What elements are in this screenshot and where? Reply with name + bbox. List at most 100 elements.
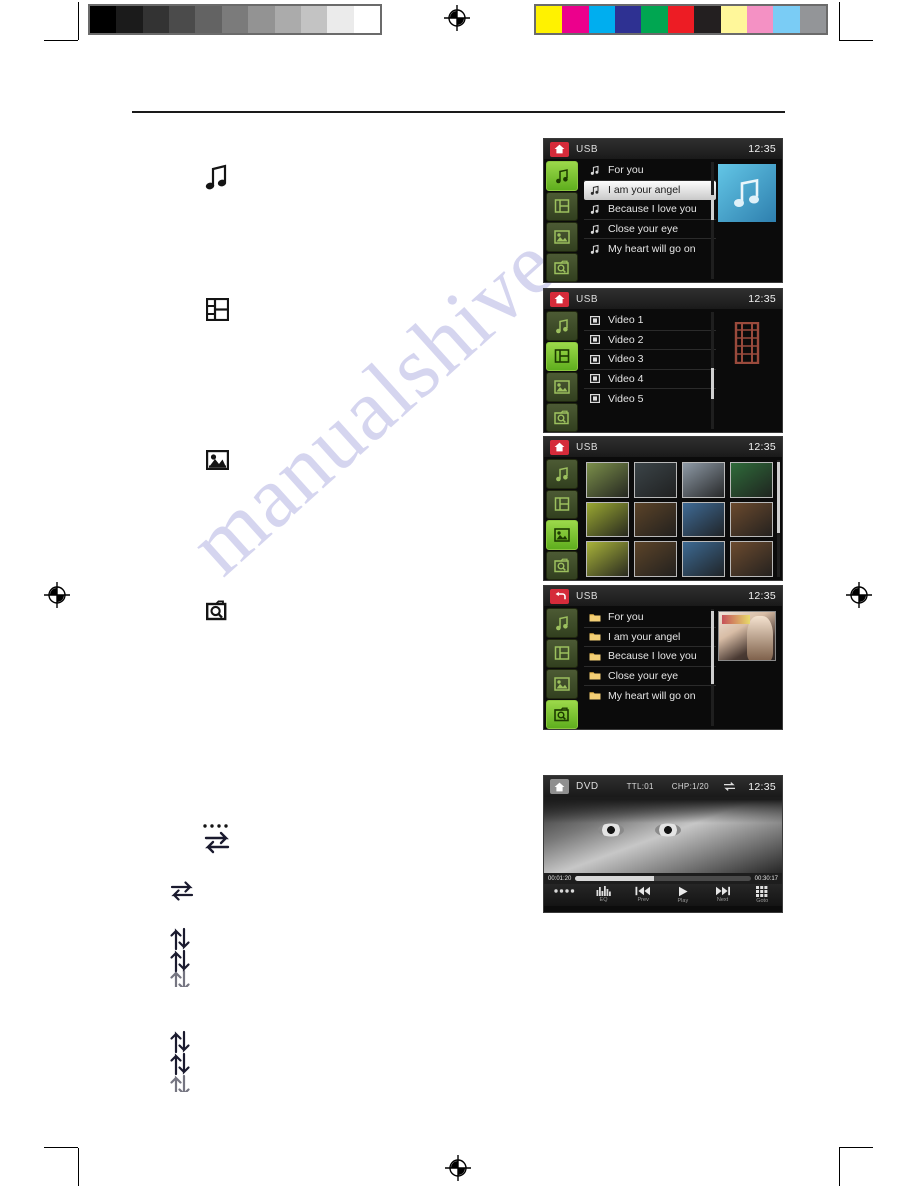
eq-button[interactable]: EQ (584, 886, 624, 903)
rail-button-video[interactable] (546, 191, 578, 221)
chapter-label: CHP:1/20 (671, 782, 709, 791)
list-scrollbar[interactable] (711, 312, 714, 429)
rail-button-video[interactable] (546, 489, 578, 519)
list-item[interactable]: Video 2 (584, 331, 716, 350)
photo-thumbnail[interactable] (634, 501, 677, 538)
photo-thumbnail[interactable] (682, 541, 725, 577)
video-viewport[interactable] (544, 797, 782, 873)
home-icon[interactable] (550, 439, 569, 455)
list-item[interactable]: My heart will go on (584, 686, 716, 706)
playback-progress-bar[interactable]: 00:01:20 00:30:17 (544, 873, 782, 884)
color-swatch (773, 6, 800, 33)
play-button[interactable]: Play (663, 886, 703, 904)
folder-icon (588, 632, 601, 641)
folder-list[interactable]: For you I am your angel Because I love y… (580, 606, 716, 729)
photo-thumbnail[interactable] (730, 462, 773, 498)
rail-button-browse[interactable] (546, 699, 578, 729)
rail-button-photo[interactable] (546, 520, 578, 550)
photo-thumbnail[interactable] (634, 462, 677, 498)
goto-button[interactable]: Goto (742, 886, 782, 904)
rail-button-photo[interactable] (546, 222, 578, 252)
photo-thumbnail[interactable] (586, 462, 629, 498)
list-item[interactable]: Video 3 (584, 350, 716, 370)
list-item[interactable]: Video 1 (584, 311, 716, 331)
screenshot-usb-video: USB 12:35 Video 1 Video 2 Video 3 Video … (543, 288, 783, 433)
color-swatch (536, 6, 563, 33)
rail-button-music[interactable] (546, 608, 578, 638)
crop-mark-top-right-v (839, 2, 840, 40)
crop-mark-bot-right-v (839, 1148, 840, 1186)
video-label: Video 3 (608, 353, 644, 366)
music-note-icon (588, 165, 601, 176)
gray-swatch (142, 6, 170, 33)
eq-icon (596, 886, 612, 896)
list-item[interactable]: I am your angel (584, 628, 716, 647)
video-clip-icon (588, 394, 601, 404)
photo-thumbnail[interactable] (682, 462, 725, 498)
photo-thumbnail[interactable] (586, 501, 629, 538)
photo-thumbnail[interactable] (730, 541, 773, 577)
back-icon[interactable] (550, 588, 569, 604)
photo-thumbnail[interactable] (586, 541, 629, 577)
color-swatch (746, 6, 774, 33)
music-note-icon (588, 224, 601, 234)
list-item[interactable]: My heart will go on (584, 239, 716, 259)
photo-thumbnail[interactable] (730, 501, 773, 538)
page-header-rule (132, 111, 785, 113)
legend-repeat-dots-icon (200, 822, 232, 860)
music-note-icon (588, 185, 601, 196)
more-options-button[interactable] (544, 886, 584, 897)
track-list[interactable]: For you I am your angel Because I love y… (580, 159, 716, 282)
color-swatch (694, 6, 721, 33)
album-art-panel (716, 159, 782, 282)
rail-button-video[interactable] (546, 638, 578, 668)
list-scrollbar[interactable] (711, 162, 714, 279)
photo-thumbnail[interactable] (634, 541, 677, 577)
list-item[interactable]: Because I love you (584, 200, 716, 220)
rail-button-music[interactable] (546, 459, 578, 489)
video-list[interactable]: Video 1 Video 2 Video 3 Video 4 Video 5 (580, 309, 716, 432)
crop-mark-top-left-h (44, 40, 78, 41)
list-item[interactable]: Video 5 (584, 389, 716, 409)
crop-mark-top-right-h (839, 40, 873, 41)
status-bar: DVD TTL:01 CHP:1/20 12:35 (544, 776, 782, 797)
repeat-icon[interactable] (723, 782, 736, 791)
mode-rail (544, 309, 580, 432)
rail-button-browse[interactable] (546, 402, 578, 432)
list-item[interactable]: For you (584, 161, 716, 181)
rail-button-photo[interactable] (546, 372, 578, 402)
grayscale-calibration-bar (88, 4, 382, 35)
source-label: USB (576, 293, 599, 305)
dots-icon (553, 886, 575, 896)
rail-button-music[interactable] (546, 311, 578, 341)
list-item[interactable]: Close your eye (584, 667, 716, 686)
list-item-selected[interactable]: I am your angel (584, 180, 716, 200)
registration-target-left (44, 582, 70, 608)
list-item[interactable]: Video 4 (584, 370, 716, 389)
rail-button-browse[interactable] (546, 550, 578, 580)
rail-button-photo[interactable] (546, 669, 578, 699)
seek-track[interactable] (575, 876, 751, 881)
home-icon[interactable] (550, 291, 569, 307)
list-item[interactable]: Close your eye (584, 220, 716, 239)
prev-button[interactable]: Prev (623, 886, 663, 903)
mode-rail (544, 606, 580, 729)
color-swatch (562, 6, 589, 33)
status-bar: USB 12:35 (544, 139, 782, 159)
grid-scrollbar[interactable] (777, 460, 780, 577)
home-icon[interactable] (550, 141, 569, 157)
photo-thumbnail[interactable] (682, 501, 725, 538)
rail-button-video[interactable] (546, 341, 578, 371)
folder-label: Close your eye (608, 669, 679, 682)
home-icon[interactable] (550, 779, 569, 794)
list-item[interactable]: For you (584, 608, 716, 628)
next-button[interactable]: Next (703, 886, 743, 903)
folder-label: Because I love you (608, 650, 697, 663)
list-item[interactable]: Because I love you (584, 647, 716, 667)
rail-button-browse[interactable] (546, 252, 578, 282)
registration-target-top (444, 5, 470, 31)
list-scrollbar[interactable] (711, 609, 714, 726)
rail-button-music[interactable] (546, 161, 578, 191)
photo-thumbnail-grid[interactable] (580, 457, 775, 580)
gray-swatch (195, 6, 222, 33)
